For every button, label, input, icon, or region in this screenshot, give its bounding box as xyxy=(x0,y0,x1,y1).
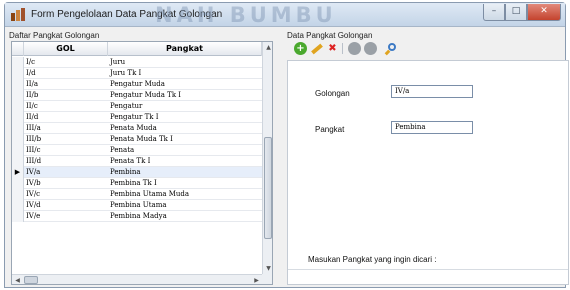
horizontal-scroll-thumb[interactable] xyxy=(24,276,38,284)
row-selector[interactable] xyxy=(12,68,24,79)
edit-icon[interactable] xyxy=(310,42,323,55)
search-divider xyxy=(288,269,568,270)
table-row[interactable]: I/d Juru Tk I xyxy=(12,68,262,79)
cell-gol[interactable]: I/c xyxy=(26,57,106,68)
horizontal-scrollbar[interactable]: ◀ ▶ xyxy=(12,274,262,284)
cell-pangkat[interactable]: Penata Muda xyxy=(110,123,260,134)
cell-pangkat[interactable]: Penata Muda Tk I xyxy=(110,134,260,145)
row-selector[interactable] xyxy=(12,57,24,68)
cell-gol[interactable]: II/d xyxy=(26,112,106,123)
grid-rows: I/c Juru I/d Juru Tk I II/a Pengatur Muda II/b… xyxy=(12,57,262,222)
row-selector[interactable] xyxy=(12,156,24,167)
cell-pangkat[interactable]: Pembina Madya xyxy=(110,211,260,222)
table-row[interactable]: II/a Pengatur Muda xyxy=(12,79,262,90)
table-row[interactable]: IV/d Pembina Utama xyxy=(12,200,262,211)
table-row[interactable]: III/a Penata Muda xyxy=(12,123,262,134)
golongan-label: Golongan xyxy=(315,89,350,98)
table-row[interactable]: II/d Pengatur Tk I xyxy=(12,112,262,123)
cell-pangkat[interactable]: Pengatur Muda xyxy=(110,79,260,90)
column-header-gol[interactable]: GOL xyxy=(24,42,108,56)
table-row[interactable]: ▶ IV/a Pembina xyxy=(12,167,262,178)
table-row[interactable]: III/c Penata xyxy=(12,145,262,156)
scroll-corner xyxy=(262,274,272,284)
search-icon[interactable] xyxy=(384,42,397,56)
cell-pangkat[interactable]: Pembina Tk I xyxy=(110,178,260,189)
cell-gol[interactable]: III/a xyxy=(26,123,106,134)
save-icon[interactable] xyxy=(348,42,361,55)
cell-gol[interactable]: IV/d xyxy=(26,200,106,211)
cell-gol[interactable]: III/c xyxy=(26,145,106,156)
row-selector[interactable] xyxy=(12,189,24,200)
pangkat-field[interactable]: Pembina xyxy=(391,121,473,134)
watermark-text: NAH BUMBU xyxy=(155,3,337,27)
table-row[interactable]: II/c Pengatur xyxy=(12,101,262,112)
row-selector[interactable] xyxy=(12,145,24,156)
cell-pangkat[interactable]: Penata Tk I xyxy=(110,156,260,167)
list-group-label: Daftar Pangkat Golongan xyxy=(9,31,100,40)
row-selector[interactable] xyxy=(12,211,24,222)
table-row[interactable]: IV/b Pembina Tk I xyxy=(12,178,262,189)
row-selector[interactable] xyxy=(12,200,24,211)
cell-pangkat[interactable]: Pembina Utama xyxy=(110,200,260,211)
pangkat-label: Pangkat xyxy=(315,125,345,134)
minimize-button[interactable]: – xyxy=(483,4,505,21)
window-controls: – □ ✕ xyxy=(483,4,561,21)
golongan-field[interactable]: IV/a xyxy=(391,85,473,98)
row-selector[interactable] xyxy=(12,123,24,134)
row-selector[interactable] xyxy=(12,178,24,189)
table-row[interactable]: IV/e Pembina Madya xyxy=(12,211,262,222)
chart-app-icon xyxy=(11,8,25,21)
cell-pangkat[interactable]: Pengatur xyxy=(110,101,260,112)
cell-pangkat[interactable]: Pengatur Muda Tk I xyxy=(110,90,260,101)
table-row[interactable]: I/c Juru xyxy=(12,57,262,68)
detail-group-label: Data Pangkat Golongan xyxy=(287,31,373,40)
scroll-up-arrow-icon[interactable]: ▲ xyxy=(263,42,272,53)
cell-gol[interactable]: II/a xyxy=(26,79,106,90)
title-bar[interactable]: Form Pengelolaan Data Pangkat Golongan N… xyxy=(5,3,565,27)
app-window: Form Pengelolaan Data Pangkat Golongan N… xyxy=(4,2,569,288)
detail-panel: Golongan IV/a Pangkat Pembina Masukan Pa… xyxy=(287,60,569,285)
grid-header: GOL Pangkat xyxy=(12,42,262,56)
row-selector[interactable] xyxy=(12,112,24,123)
cancel-icon[interactable] xyxy=(364,42,377,55)
scroll-right-arrow-icon[interactable]: ▶ xyxy=(251,275,262,284)
table-row[interactable]: IV/c Pembina Utama Muda xyxy=(12,189,262,200)
toolbar-separator xyxy=(342,43,343,54)
cell-gol[interactable]: II/b xyxy=(26,90,106,101)
vertical-scrollbar[interactable]: ▲ ▼ xyxy=(262,42,272,274)
cell-pangkat[interactable]: Pengatur Tk I xyxy=(110,112,260,123)
maximize-button[interactable]: □ xyxy=(505,4,527,21)
current-row-arrow-icon[interactable]: ▶ xyxy=(12,167,24,178)
close-button[interactable]: ✕ xyxy=(527,4,561,21)
cell-pangkat[interactable]: Penata xyxy=(110,145,260,156)
cell-pangkat[interactable]: Juru xyxy=(110,57,260,68)
vertical-scroll-thumb[interactable] xyxy=(264,137,272,239)
column-header-pangkat[interactable]: Pangkat xyxy=(108,42,262,56)
scroll-down-arrow-icon[interactable]: ▼ xyxy=(263,263,272,274)
scroll-left-arrow-icon[interactable]: ◀ xyxy=(12,275,23,284)
delete-icon[interactable]: ✖ xyxy=(326,42,339,55)
cell-gol[interactable]: III/b xyxy=(26,134,106,145)
table-row[interactable]: II/b Pengatur Muda Tk I xyxy=(12,90,262,101)
cell-gol[interactable]: IV/e xyxy=(26,211,106,222)
cell-gol[interactable]: I/d xyxy=(26,68,106,79)
row-selector[interactable] xyxy=(12,90,24,101)
cell-gol[interactable]: II/c xyxy=(26,101,106,112)
table-row[interactable]: III/d Penata Tk I xyxy=(12,156,262,167)
cell-gol[interactable]: IV/a xyxy=(26,167,106,178)
pangkat-grid[interactable]: GOL Pangkat I/c Juru I/d Juru Tk I II/a Penga… xyxy=(11,41,273,285)
cell-pangkat[interactable]: Pembina Utama Muda xyxy=(110,189,260,200)
cell-gol[interactable]: IV/c xyxy=(26,189,106,200)
cell-gol[interactable]: IV/b xyxy=(26,178,106,189)
row-selector[interactable] xyxy=(12,134,24,145)
row-selector[interactable] xyxy=(12,79,24,90)
search-prompt-label: Masukan Pangkat yang ingin dicari : xyxy=(308,255,437,264)
row-selector-header[interactable] xyxy=(12,42,24,56)
add-icon[interactable]: + xyxy=(294,42,307,55)
cell-pangkat[interactable]: Pembina xyxy=(110,167,260,178)
cell-gol[interactable]: III/d xyxy=(26,156,106,167)
table-row[interactable]: III/b Penata Muda Tk I xyxy=(12,134,262,145)
row-selector[interactable] xyxy=(12,101,24,112)
cell-pangkat[interactable]: Juru Tk I xyxy=(110,68,260,79)
